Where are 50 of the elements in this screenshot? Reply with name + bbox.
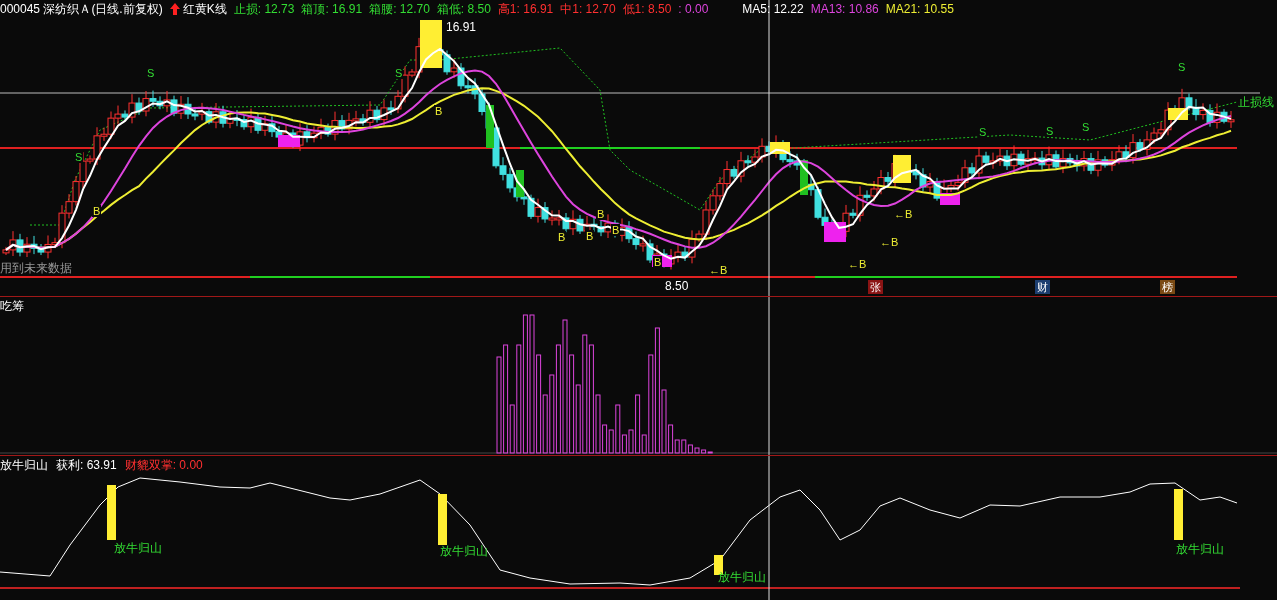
moving-average-reading: MA5: 12.22	[742, 1, 804, 17]
indicator-reading: 中1: 12.70	[560, 1, 616, 17]
buy-signal-label: B	[92, 205, 102, 217]
buy-signal-label: B	[585, 230, 595, 242]
indicator-reading: : 0.00	[678, 1, 709, 17]
indicator-reading: 高1: 16.91	[497, 1, 554, 17]
signal-label: 放牛归山	[440, 544, 488, 558]
signal-bar	[1174, 489, 1183, 540]
moving-average-reading: MA13: 10.86	[810, 1, 879, 17]
indicator-reading: 止损: 12.73	[233, 1, 295, 17]
signal-reading: 财貔双掌: 0.00	[124, 457, 203, 473]
panel-title: 放牛归山	[0, 457, 48, 473]
buy-signal-label: ←B	[708, 264, 729, 276]
buy-signal-label: ←B	[893, 208, 914, 220]
event-badge: 财	[1035, 280, 1050, 294]
up-arrow-icon	[169, 3, 180, 15]
sell-signal-label: S	[1045, 125, 1055, 137]
sell-signal-label: S	[1081, 121, 1091, 133]
signal-label: 放牛归山	[718, 570, 766, 584]
signal-bar	[107, 485, 116, 540]
future-data-warning: 用到未来数据	[0, 262, 72, 275]
price-label: 8.50	[665, 280, 689, 293]
event-badge: 张	[868, 280, 883, 294]
indicator-reading: 低1: 8.50	[622, 1, 672, 17]
price-label: 16.91	[446, 21, 477, 34]
moving-average-reading: MA21: 10.55	[885, 1, 954, 17]
profit-reading: 获利: 63.91	[56, 457, 117, 473]
sell-signal-label: S	[1177, 61, 1187, 73]
sell-signal-label: S	[74, 151, 84, 163]
sell-signal-label: S	[394, 67, 404, 79]
buy-signal-label: B	[557, 231, 567, 243]
indicator-name: 红黄K线	[182, 1, 227, 17]
buy-signal-label: ←B	[879, 236, 900, 248]
sell-signal-label: S	[146, 67, 156, 79]
stop-line-label: 止损线	[1238, 96, 1274, 109]
panel-title: 吃筹	[0, 299, 24, 313]
security-title: 000045 深纺织Ａ(日线.前复权)	[0, 1, 163, 17]
signal-bar	[438, 494, 447, 545]
buy-signal-label: B	[596, 208, 606, 220]
buy-signal-label: ←B	[847, 258, 868, 270]
indicator-reading: 箱顶: 16.91	[301, 1, 363, 17]
buy-signal-label: B	[434, 105, 444, 117]
signal-label: 放牛归山	[1176, 542, 1224, 556]
indicator-reading: 箱腰: 12.70	[369, 1, 430, 17]
indicator-reading: 箱低: 8.50	[436, 1, 491, 17]
sell-signal-label: S	[978, 126, 988, 138]
buy-signal-label: B	[611, 224, 621, 236]
signal-label: 放牛归山	[114, 541, 162, 555]
buy-signal-label: B	[653, 256, 663, 268]
event-badge: 榜	[1160, 280, 1175, 294]
